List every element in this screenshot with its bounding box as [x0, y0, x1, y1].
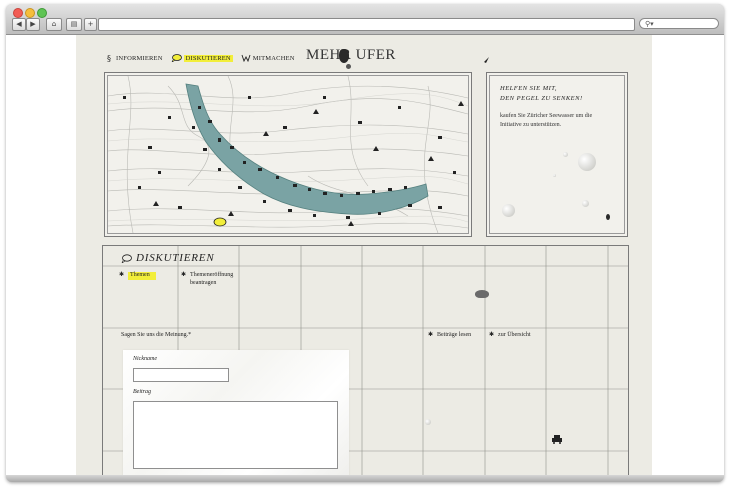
nav-label: Informieren — [116, 54, 163, 62]
water-drop-image — [563, 152, 568, 157]
svg-text:§: § — [107, 54, 111, 62]
section-title: Diskutieren — [121, 252, 214, 264]
section-icon: § — [107, 54, 111, 62]
page-paper: § Informieren Diskutieren Mitmachen MEHR… — [76, 35, 652, 475]
forward-icon[interactable]: ▶ — [26, 18, 40, 31]
nav-label: Mitmachen — [252, 54, 295, 62]
address-bar[interactable] — [98, 18, 635, 31]
lake-map-frame — [104, 72, 472, 237]
nickname-label: Nickname — [133, 356, 157, 362]
home-icon[interactable]: ⌂ — [46, 18, 62, 31]
discussion-section: Diskutieren ✱ Themen ✱ Themeneröffnung b… — [102, 245, 629, 475]
nav-item-mitmachen[interactable]: Mitmachen — [241, 54, 295, 62]
car-icon — [552, 435, 562, 444]
search-field[interactable]: ⚲▾ — [639, 18, 719, 29]
browser-status-bar — [6, 475, 724, 482]
print-icon[interactable]: ▤ — [66, 18, 82, 31]
zur-uebersicht-link[interactable]: ✱ zur Übersicht — [489, 332, 531, 340]
themeneroeffnung-link[interactable]: ✱ Themeneröffnung beantragen — [181, 272, 243, 287]
close-window-icon[interactable] — [13, 8, 23, 18]
themen-link[interactable]: ✱ Themen — [119, 272, 156, 280]
bullet-icon: ✱ — [489, 332, 495, 338]
section-title-text: Diskutieren — [136, 252, 215, 264]
support-panel-title: Helfen Sie mit, den Pegel zu senken! — [500, 85, 583, 102]
beitrag-textarea[interactable] — [133, 401, 338, 469]
support-panel: Helfen Sie mit, den Pegel zu senken! kau… — [489, 75, 625, 234]
lake-map[interactable] — [107, 75, 469, 234]
nickname-input[interactable] — [133, 368, 229, 382]
support-panel-text[interactable]: kaufen Sie Züricher Seewasser um die Ini… — [500, 112, 615, 130]
water-drop-image — [582, 200, 589, 207]
water-drop-image — [553, 174, 556, 177]
site-logo[interactable]: MEHR UFER — [306, 47, 396, 64]
nav-label: Diskutieren — [183, 54, 233, 62]
browser-toolbar: ◀ ▶ ⌂ ▤ + ⚲▾ — [6, 4, 724, 35]
ink-blot-decoration — [339, 49, 349, 63]
minimize-window-icon[interactable] — [25, 8, 35, 18]
page-viewport: § Informieren Diskutieren Mitmachen MEHR… — [6, 35, 724, 475]
add-bookmark-icon[interactable]: + — [84, 18, 97, 31]
beitraege-lesen-link[interactable]: ✱ Beiträge lesen — [428, 332, 471, 340]
zoom-window-icon[interactable] — [37, 8, 47, 18]
nav-item-diskutieren[interactable]: Diskutieren — [171, 54, 233, 62]
back-icon[interactable]: ◀ — [12, 18, 26, 31]
main-nav: § Informieren Diskutieren Mitmachen — [106, 54, 295, 62]
search-icon: ⚲▾ — [645, 20, 654, 28]
beitrag-label: Beitrag — [133, 389, 151, 395]
speech-bubble-icon — [121, 253, 132, 263]
nav-item-informieren[interactable]: § Informieren — [106, 54, 163, 62]
bullet-icon: ✱ — [181, 272, 187, 278]
water-drop-image[interactable] — [578, 153, 596, 171]
comment-form: Nickname Beitrag — [123, 350, 349, 475]
speech-bubble-icon — [171, 54, 182, 62]
support-panel-frame: Helfen Sie mit, den Pegel zu senken! kau… — [486, 72, 628, 237]
hands-icon — [241, 54, 251, 62]
comment-prompt: Sagen Sie uns die Meinung.* — [121, 332, 192, 338]
water-drop-image[interactable] — [502, 204, 515, 217]
ink-dot-decoration — [606, 214, 610, 220]
ink-drip-decoration — [346, 64, 351, 69]
bird-icon — [480, 57, 489, 63]
lake-zurich-map[interactable] — [108, 76, 468, 233]
water-drop-image — [425, 419, 431, 425]
bullet-icon: ✱ — [428, 332, 434, 338]
ink-stain-decoration — [475, 290, 489, 298]
bullet-icon: ✱ — [119, 272, 125, 278]
browser-window: ◀ ▶ ⌂ ▤ + ⚲▾ § Informieren Diskutieren M… — [6, 4, 724, 482]
